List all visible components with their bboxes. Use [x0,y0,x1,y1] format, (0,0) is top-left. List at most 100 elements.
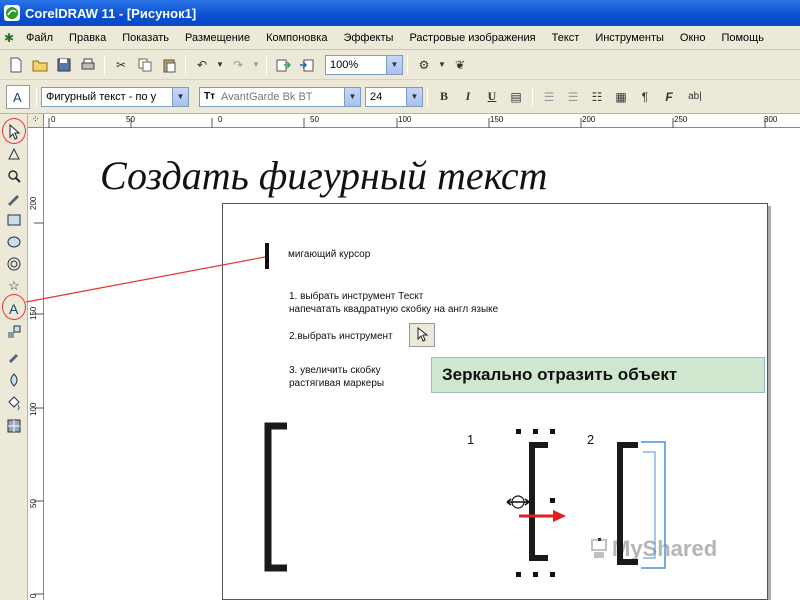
paste-icon[interactable] [159,55,179,75]
interactive-blend-tool-icon[interactable] [3,322,25,342]
decrease-indent-icon[interactable]: ☰ [539,87,559,107]
undo-dropdown-icon[interactable]: ▼ [216,55,224,75]
step2-label: 2.выбрать инструмент [289,331,393,342]
menu-window[interactable]: Окно [672,32,714,44]
ruler-tick-label: 300 [764,115,778,124]
font-size-select[interactable]: 24 ▼ [365,86,423,107]
menu-layout[interactable]: Размещение [177,32,258,44]
redo-dropdown-icon[interactable]: ▼ [252,55,260,75]
window-title: CorelDRAW 11 - [Рисунок1] [25,5,197,21]
ruler-origin[interactable]: ⁘ [28,114,44,128]
step1-line1: 1. выбрать инструмент Тескт [289,291,424,302]
increase-indent-icon[interactable]: ☰ [563,87,583,107]
document-menu-icon[interactable]: ✱ [0,28,18,48]
ruler-tick-label: 0 [51,115,56,124]
star-tool-icon[interactable]: ☆ [3,276,25,296]
font-size-value: 24 [370,90,383,103]
menu-tools[interactable]: Инструменты [587,32,672,44]
launcher-dropdown-icon[interactable]: ▼ [438,55,446,75]
step3-line1: 3. увеличить скобку [289,365,381,376]
vertical-ruler[interactable]: 200 150 100 50 0 [28,128,44,600]
ruler-tick-label: 50 [126,115,135,124]
ruler-tick-label: 250 [674,115,688,124]
toolbar-separator [104,54,105,75]
font-select[interactable]: Tт AvantGarde Bk BT ▼ [199,86,361,107]
step1-line2: напечатать квадратную скобку на англ язы… [289,304,499,315]
text-mode-select[interactable]: Фигурный текст - по у ▼ [41,86,189,107]
mirror-object-banner: Зеркально отразить объект [431,357,765,393]
menu-bitmaps[interactable]: Растровые изображения [401,32,543,44]
text-tool-preset-icon[interactable]: A [6,84,30,109]
rectangle-tool-icon[interactable] [3,210,25,230]
underline-button[interactable]: U [482,87,502,107]
paragraph-icon[interactable]: ¶ [635,87,655,107]
page-heading: Создать фигурный текст [100,153,548,198]
new-icon[interactable] [6,55,26,75]
eyedropper-tool-icon[interactable] [3,346,25,366]
edit-text-icon[interactable]: F [659,87,679,107]
title-bar: CorelDRAW 11 - [Рисунок1] [0,0,800,26]
text-mode-value: Фигурный текст - по у [46,90,157,103]
drop-cap-icon[interactable]: ▦ [611,87,631,107]
cut-icon[interactable]: ✂ [111,55,131,75]
export-icon[interactable] [297,55,317,75]
bullet-list-icon[interactable]: ☷ [587,87,607,107]
toolbar-separator [407,54,408,75]
ruler-tick-label: 150 [29,306,38,320]
toolbar-separator [427,86,428,107]
menu-arrange[interactable]: Компоновка [258,32,335,44]
step-number-1: 1 [467,432,475,447]
chevron-down-icon[interactable]: ▼ [344,87,360,106]
svg-text:A: A [13,90,22,105]
font-name-value: AvantGarde Bk BT [221,90,313,103]
menu-bar: ✱ Файл Правка Показать Размещение Компон… [0,26,800,50]
interactive-fill-tool-icon[interactable] [3,416,25,436]
chevron-down-icon[interactable]: ▼ [172,87,188,106]
ellipse-tool-icon[interactable] [3,232,25,252]
open-icon[interactable] [30,55,50,75]
ruler-tick-label: 0 [218,115,223,124]
copy-icon[interactable] [135,55,155,75]
shape-tool-icon[interactable] [3,144,25,164]
step-number-2: 2 [587,432,595,447]
chevron-down-icon[interactable]: ▼ [406,87,422,106]
coreldraw-app-icon [4,5,20,21]
ruler-tick-label: 50 [310,115,319,124]
text-tool-highlight [2,294,26,320]
spiral-tool-icon[interactable] [3,254,25,274]
toolbar-separator [532,86,533,107]
save-icon[interactable] [54,55,74,75]
pick-tool-button[interactable] [409,323,435,347]
watermark-text: MyShared [612,536,718,561]
zoom-value: 100% [330,58,359,71]
zoom-select[interactable]: 100% ▼ [325,54,403,75]
fill-tool-icon[interactable] [3,394,25,414]
menu-effects[interactable]: Эффекты [335,32,401,44]
menu-help[interactable]: Помощь [713,32,772,44]
italic-button[interactable]: I [458,87,478,107]
frame-text-button[interactable]: ab| [683,87,707,107]
menu-text[interactable]: Текст [544,32,588,44]
bold-button[interactable]: B [434,87,454,107]
redo-icon[interactable]: ↷ [228,55,248,75]
import-icon[interactable] [273,55,293,75]
ruler-tick-label: 200 [582,115,596,124]
align-icon[interactable]: ▤ [506,87,526,107]
chevron-down-icon[interactable]: ▼ [386,55,402,74]
outline-tool-icon[interactable] [3,370,25,390]
menu-file[interactable]: Файл [18,32,61,44]
menu-view[interactable]: Показать [114,32,177,44]
freehand-tool-icon[interactable] [3,188,25,208]
undo-icon[interactable]: ↶ [192,55,212,75]
print-icon[interactable] [78,55,98,75]
zoom-tool-icon[interactable] [3,166,25,186]
ruler-tick-label: 50 [29,499,38,508]
ruler-tick-label: 100 [29,402,38,416]
horizontal-ruler[interactable]: 0 50 0 50 100 150 200 250 300 [44,114,800,128]
menu-edit[interactable]: Правка [61,32,114,44]
toolbar-separator [185,54,186,75]
application-launcher-icon[interactable]: ⚙ [414,55,434,75]
ruler-tick-label: 0 [29,593,38,598]
toolbar-separator [266,54,267,75]
corel-online-icon[interactable]: ❦ [450,55,470,75]
